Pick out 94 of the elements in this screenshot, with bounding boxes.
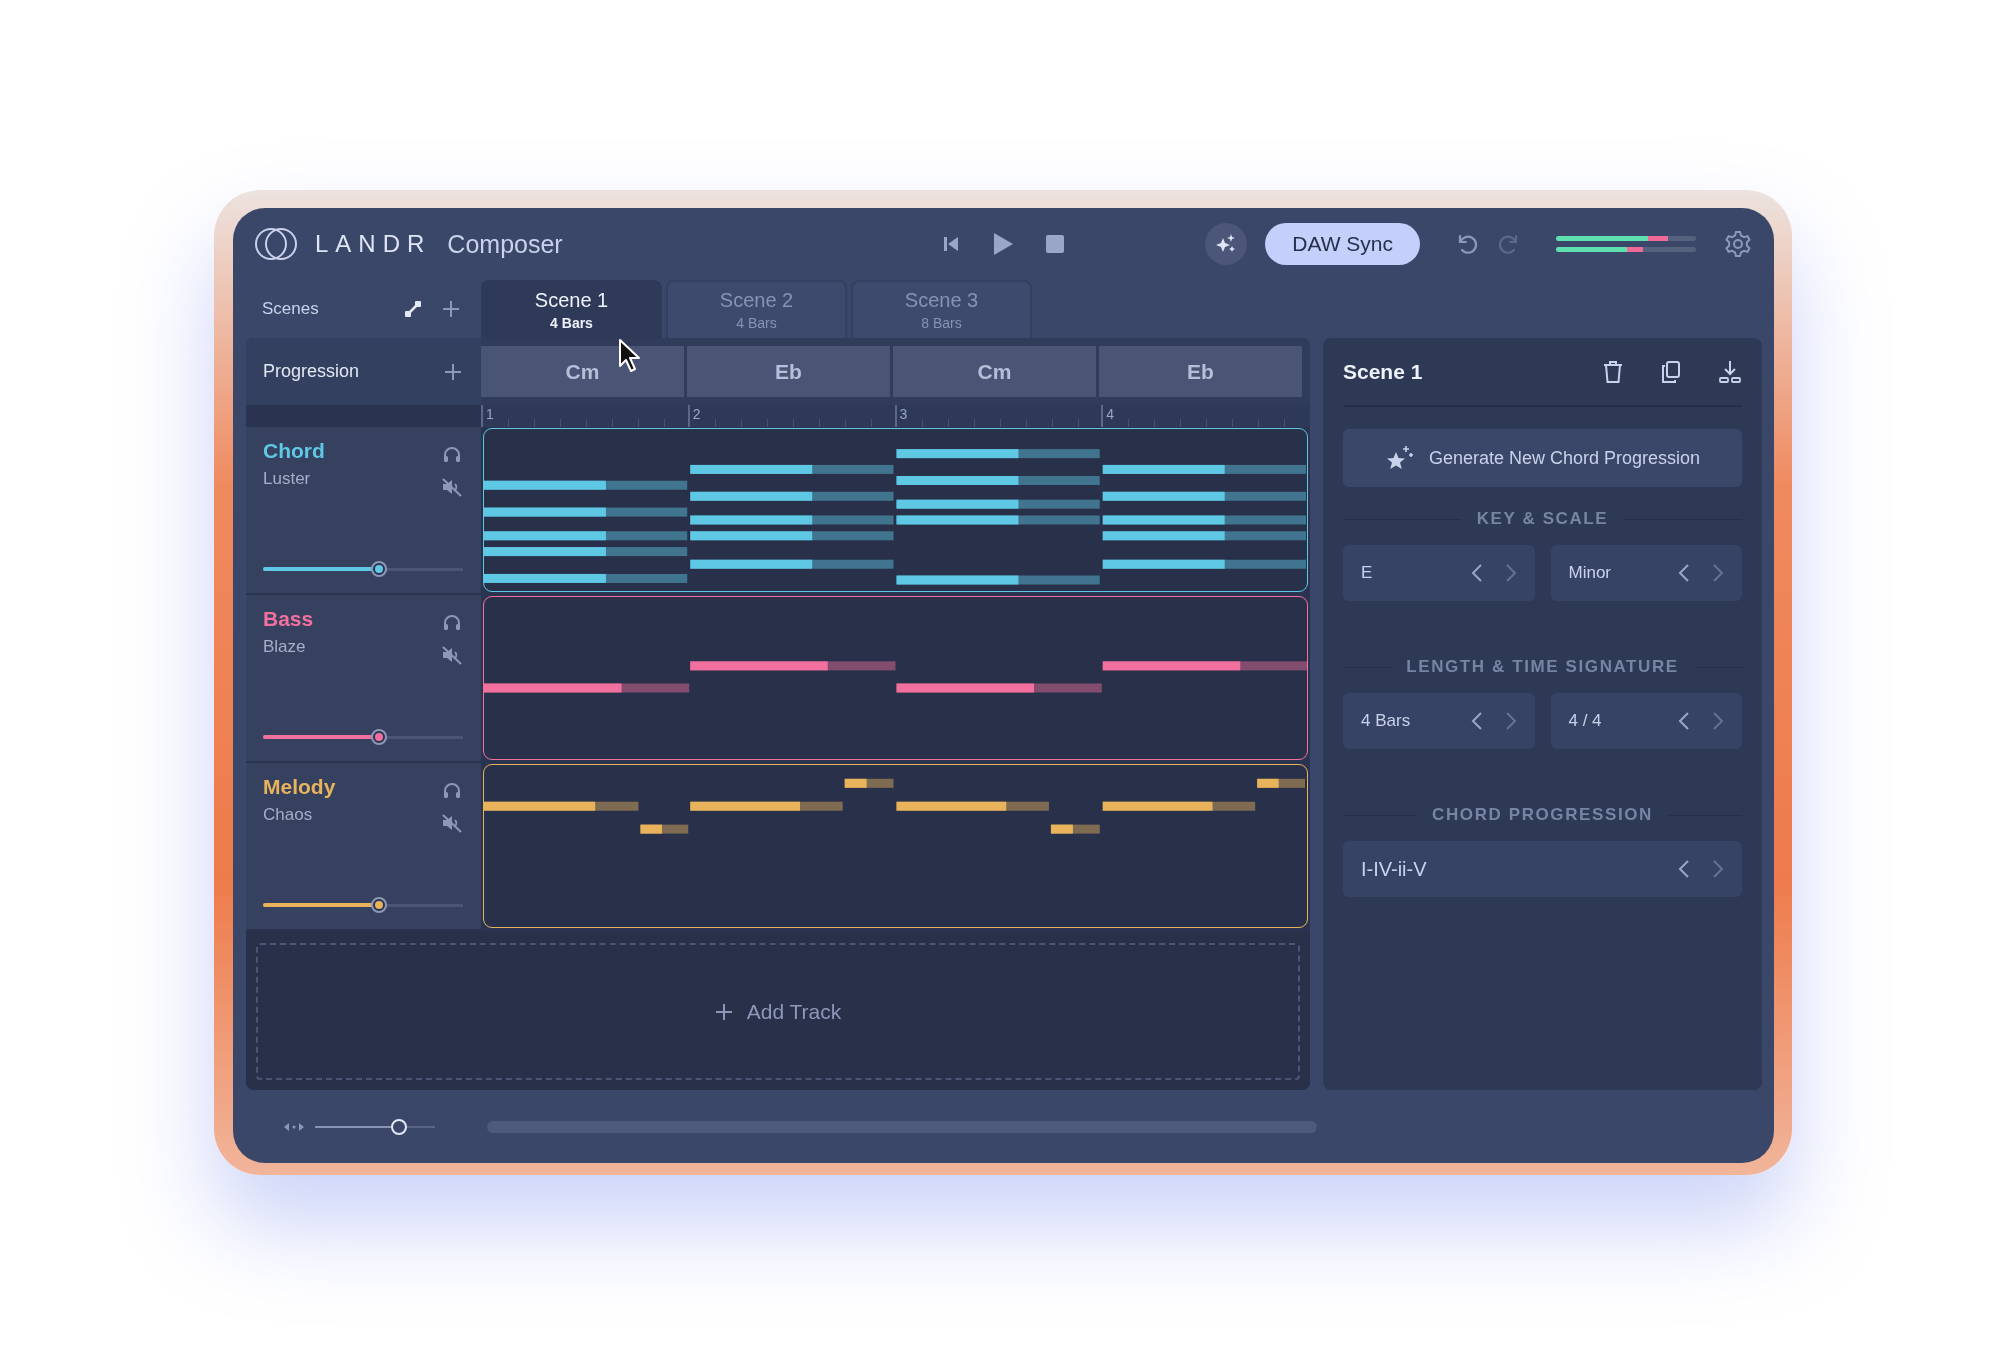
midi-note[interactable] [690, 559, 894, 569]
stepper-field[interactable]: E [1343, 545, 1535, 601]
chord-block[interactable]: Cm [481, 346, 684, 397]
stepper-field[interactable]: 4 Bars [1343, 693, 1535, 749]
midi-clip[interactable] [483, 596, 1308, 760]
scenes-label: Scenes [262, 299, 319, 319]
midi-note[interactable] [484, 683, 690, 693]
midi-note[interactable] [1050, 824, 1100, 834]
track-header[interactable]: Melody Chaos [246, 763, 481, 929]
chevron-left-icon[interactable] [1470, 563, 1483, 583]
midi-note[interactable] [1102, 801, 1256, 811]
brand-name: LANDR [315, 230, 432, 258]
zoom-width-icon [283, 1120, 305, 1133]
midi-note[interactable] [844, 778, 894, 788]
midi-note[interactable] [1102, 464, 1306, 474]
midi-note[interactable] [640, 824, 689, 834]
mute-icon[interactable] [441, 645, 463, 665]
bar-number: 4 [1105, 406, 1115, 422]
scene-tab[interactable]: Scene 3 8 Bars [851, 280, 1032, 338]
midi-note[interactable] [484, 573, 688, 583]
headphones-icon[interactable] [442, 613, 462, 631]
midi-note[interactable] [896, 449, 1100, 459]
midi-note[interactable] [896, 575, 1100, 585]
chevron-left-icon[interactable] [1678, 711, 1690, 731]
track-name: Chord [263, 439, 325, 463]
settings-icon[interactable] [1724, 230, 1752, 258]
section-heading: KEY & SCALE [1476, 509, 1609, 529]
midi-clip[interactable] [483, 764, 1308, 928]
stepper-field[interactable]: 4 / 4 [1550, 693, 1742, 749]
midi-clip[interactable] [483, 428, 1308, 592]
mute-icon[interactable] [441, 813, 463, 833]
logo-icon [253, 226, 299, 262]
midi-note[interactable] [484, 547, 688, 557]
scene-title: Scene 1 [1343, 359, 1423, 384]
mute-icon[interactable] [441, 477, 463, 497]
bar-number: 2 [691, 406, 701, 422]
midi-note[interactable] [690, 661, 896, 671]
headphones-icon[interactable] [442, 445, 462, 463]
midi-note[interactable] [896, 683, 1102, 693]
stop-icon[interactable] [1044, 234, 1065, 254]
midi-note[interactable] [896, 499, 1100, 509]
add-icon[interactable] [441, 299, 461, 319]
scene-tab[interactable]: Scene 1 4 Bars [481, 280, 662, 338]
midi-note[interactable] [484, 531, 688, 541]
instrument-name: Blaze [263, 637, 307, 657]
midi-note[interactable] [690, 464, 894, 474]
midi-note[interactable] [484, 480, 688, 490]
bar-number: 3 [898, 406, 908, 422]
copy-icon[interactable] [1660, 359, 1682, 384]
midi-note[interactable] [690, 531, 894, 541]
progression-label: Progression [263, 361, 360, 382]
midi-note[interactable] [690, 515, 894, 525]
track-header[interactable]: Bass Blaze [246, 595, 481, 761]
product-name: Composer [447, 229, 563, 259]
midi-note[interactable] [484, 507, 688, 517]
midi-note[interactable] [690, 491, 894, 501]
section-heading: LENGTH & TIME SIGNATURE [1406, 657, 1679, 677]
stepper-field[interactable]: I-IV-ii-V [1343, 841, 1742, 897]
generate-button[interactable]: Generate New Chord Progression [1343, 429, 1742, 487]
chevron-left-icon[interactable] [1678, 563, 1690, 583]
bar-number: 1 [485, 406, 494, 422]
sparkle-button[interactable] [1205, 223, 1248, 265]
midi-note[interactable] [1257, 778, 1305, 788]
midi-note[interactable] [484, 801, 639, 811]
chord-block[interactable]: Eb [1099, 346, 1302, 397]
track-name: Bass [263, 607, 314, 631]
daw-sync-button[interactable]: DAW Sync [1265, 223, 1420, 265]
scene-tab[interactable]: Scene 2 4 Bars [666, 280, 847, 338]
download-icon[interactable] [1718, 359, 1742, 384]
section-heading: CHORD PROGRESSION [1432, 805, 1653, 825]
midi-note[interactable] [896, 515, 1100, 525]
midi-note[interactable] [896, 801, 1049, 811]
chord-block[interactable]: Cm [893, 346, 1096, 397]
midi-note[interactable] [1102, 531, 1306, 541]
add-icon[interactable] [443, 361, 463, 382]
instrument-name: Luster [263, 469, 312, 489]
plus-icon [714, 1002, 733, 1021]
midi-note[interactable] [690, 801, 843, 811]
midi-note[interactable] [1102, 559, 1306, 569]
star-sparkle-icon [1384, 444, 1415, 472]
chevron-left-icon[interactable] [1678, 859, 1690, 879]
trash-icon[interactable] [1602, 359, 1624, 384]
stepper-field[interactable]: Minor [1550, 545, 1742, 601]
add-track-button[interactable]: Add Track [256, 943, 1300, 1080]
instrument-name: Chaos [263, 805, 314, 825]
chord-block[interactable]: Eb [687, 346, 890, 397]
link-icon[interactable] [403, 299, 423, 319]
track-header[interactable]: Chord Luster [246, 427, 481, 593]
track-name: Melody [263, 775, 336, 799]
midi-note[interactable] [1102, 515, 1306, 525]
chevron-left-icon[interactable] [1470, 711, 1483, 731]
midi-note[interactable] [1102, 661, 1307, 671]
midi-note[interactable] [1102, 491, 1306, 501]
headphones-icon[interactable] [442, 781, 462, 799]
